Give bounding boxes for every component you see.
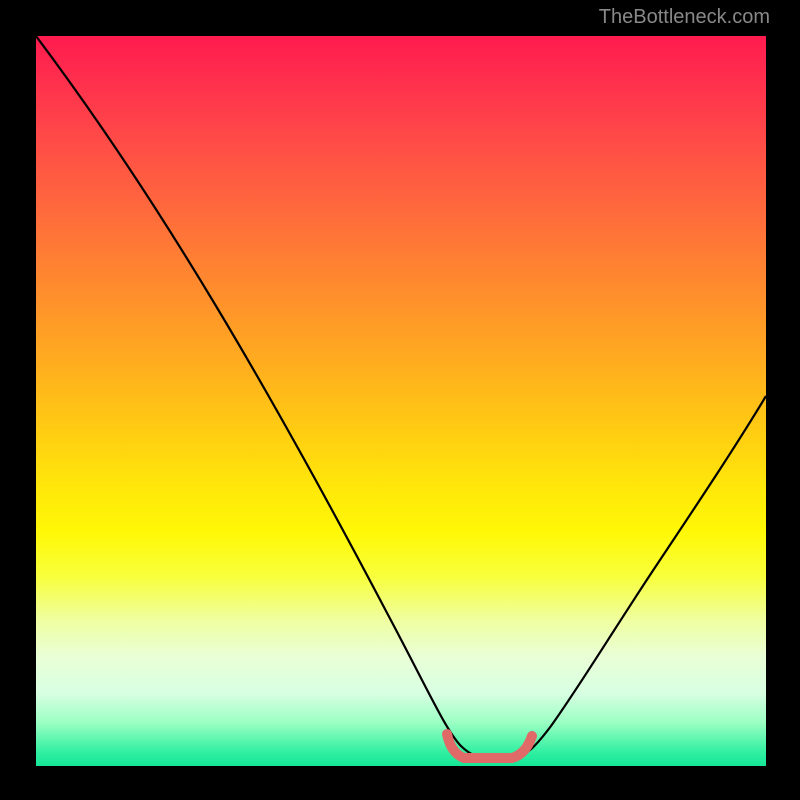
plot-area — [36, 36, 766, 766]
chart-frame: TheBottleneck.com — [0, 0, 800, 800]
min-plateau-marker — [36, 36, 766, 766]
watermark-text: TheBottleneck.com — [599, 6, 770, 29]
